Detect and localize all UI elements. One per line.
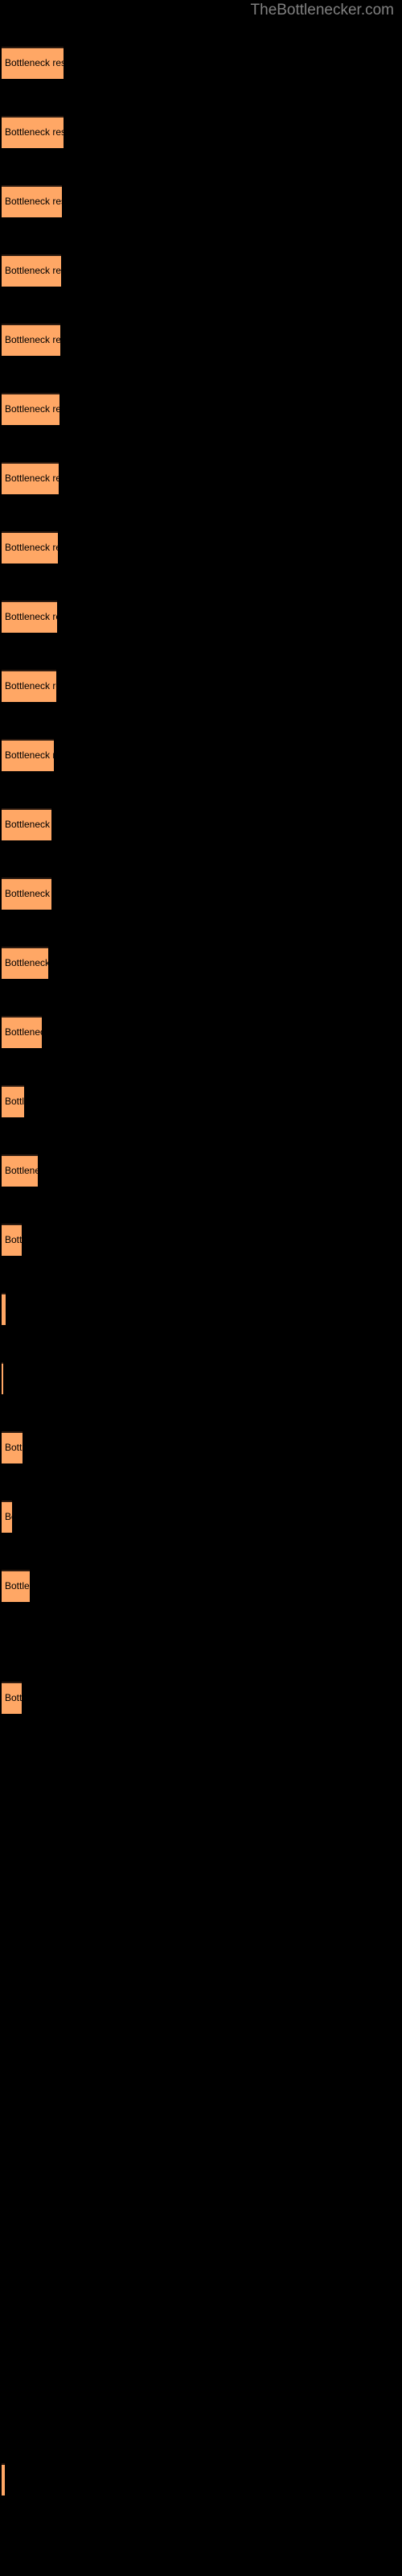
bar-label: Bottleneck result [5, 542, 58, 553]
bar-row: Bottleneck result [0, 1154, 402, 1187]
bar-row: Bottleneck result [0, 808, 402, 840]
bar[interactable]: Bottleneck result [2, 1570, 30, 1602]
bar[interactable]: Bottleneck result [2, 947, 48, 979]
bar-row: Bottleneck result [0, 1501, 402, 1533]
bar[interactable]: Bottleneck result [2, 1362, 3, 1394]
bar-label: Bottleneck result [5, 265, 61, 276]
bar-row: Bottleneck result [0, 1085, 402, 1117]
bar-row: Bottleneck result [0, 601, 402, 633]
bar-row [0, 1916, 402, 1948]
bar-label: Bottleneck result [5, 611, 57, 622]
bar-label: Bottleneck result [5, 1692, 22, 1703]
bar[interactable]: Bottleneck result [2, 2463, 5, 2496]
bar[interactable]: Bottleneck result [2, 808, 51, 840]
bar[interactable]: Bottleneck result [2, 739, 54, 771]
bar-row [0, 2401, 402, 2433]
bar-row: Bottleneck result [0, 2463, 402, 2496]
bar-row: Bottleneck result [0, 1362, 402, 1394]
bar-row: Bottleneck result [0, 116, 402, 148]
bar-label: Bottleneck result [5, 403, 59, 415]
bar[interactable]: Bottleneck result [2, 1293, 6, 1325]
bar[interactable]: Bottleneck result [2, 531, 58, 564]
bar-label: Bottleneck result [5, 57, 64, 68]
bar-row: Bottleneck result [0, 739, 402, 771]
bar-row [0, 1847, 402, 1879]
bar-label: Bottleneck result [5, 957, 48, 968]
bar-row [0, 1985, 402, 2017]
bar-chart: TheBottlenecker.com Bottleneck result Bot… [0, 0, 402, 2576]
bar-label: Bottleneck result [5, 680, 56, 691]
page-title: TheBottlenecker.com [250, 2, 394, 19]
bar[interactable]: Bottleneck result [2, 324, 60, 356]
bar-label: Bottleneck result [5, 1511, 12, 1522]
bar-label: Bottleneck result [5, 473, 59, 484]
bar-label: Bottleneck result [5, 196, 62, 207]
bar-label: Bottleneck result [5, 1096, 24, 1107]
bar-label: Bottleneck result [5, 1026, 42, 1038]
bar[interactable]: Bottleneck result [2, 1224, 22, 1256]
bar-row [0, 1777, 402, 1810]
bar[interactable]: Bottleneck result [2, 254, 61, 287]
bar-row: Bottleneck result [0, 877, 402, 910]
bar[interactable]: Bottleneck result [2, 1154, 38, 1187]
bar-row: Bottleneck result [0, 185, 402, 217]
bar-label: Bottleneck result [5, 819, 51, 830]
bar-label: Bottleneck result [5, 749, 54, 761]
bar[interactable]: Bottleneck result [2, 462, 59, 494]
bar[interactable]: Bottleneck result [2, 601, 57, 633]
bar-row: Bottleneck result [0, 670, 402, 702]
bar-label: Bottleneck result [5, 1580, 30, 1591]
bar-row: Bottleneck result [0, 462, 402, 494]
bar-row [0, 2193, 402, 2225]
bar-row: Bottleneck result [0, 531, 402, 564]
bar-row: Bottleneck result [0, 1016, 402, 1048]
bar[interactable]: Bottleneck result [2, 1085, 24, 1117]
bar-label: Bottleneck result [5, 1303, 6, 1315]
bar-row: Bottleneck result [0, 1682, 402, 1714]
bar-row: Bottleneck result [0, 947, 402, 979]
bar[interactable]: Bottleneck result [2, 47, 64, 79]
bar-label: Bottleneck result [5, 126, 64, 138]
bar[interactable]: Bottleneck result [2, 393, 59, 425]
bar-row: Bottleneck result [0, 1293, 402, 1325]
bar-row: Bottleneck result [0, 47, 402, 79]
bar-row [0, 2124, 402, 2156]
bar-row: Bottleneck result [0, 1431, 402, 1463]
bar[interactable]: Bottleneck result [2, 185, 62, 217]
bar-row [0, 2262, 402, 2294]
bar-label: Bottleneck result [5, 1442, 23, 1453]
bar-row: Bottleneck result [0, 254, 402, 287]
bar-label: Bottleneck result [5, 888, 51, 899]
bar[interactable]: Bottleneck result [2, 1016, 42, 1048]
bar-row [0, 2331, 402, 2363]
bar-label: Bottleneck result [5, 334, 60, 345]
bar-row: Bottleneck result [0, 324, 402, 356]
bar-label: Bottleneck result [5, 1165, 38, 1176]
bar-row: Bottleneck result [0, 393, 402, 425]
bar-row: Bottleneck result [0, 1224, 402, 1256]
bar[interactable]: Bottleneck result [2, 1431, 23, 1463]
bar-label: Bottleneck result [5, 1234, 22, 1245]
bar[interactable]: Bottleneck result [2, 116, 64, 148]
bar[interactable]: Bottleneck result [2, 877, 51, 910]
bar[interactable]: Bottleneck result [2, 1501, 12, 1533]
bar-row [0, 1639, 402, 1671]
bar-row: Bottleneck result [0, 1570, 402, 1602]
bar[interactable]: Bottleneck result [2, 1682, 22, 1714]
bar[interactable]: Bottleneck result [2, 670, 56, 702]
bar-row [0, 2054, 402, 2087]
